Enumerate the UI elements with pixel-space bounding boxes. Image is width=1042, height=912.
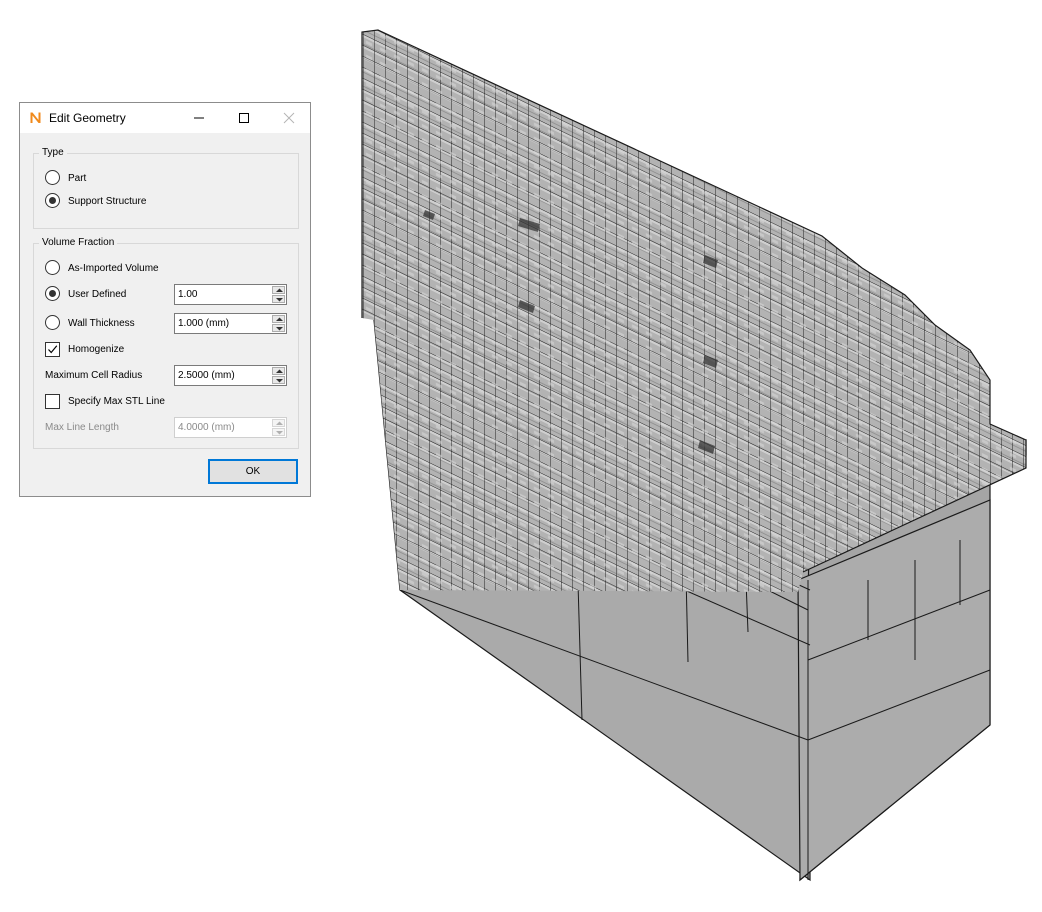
user-defined-radio[interactable] <box>45 286 60 301</box>
arrow-up-icon <box>276 288 283 292</box>
wall-thickness-radio[interactable] <box>45 315 60 330</box>
type-legend: Type <box>39 147 67 158</box>
close-button[interactable] <box>267 103 311 133</box>
specify-max-stl-line-checkbox[interactable] <box>45 394 60 409</box>
wall-thickness-spin-down[interactable] <box>272 324 285 332</box>
max-cell-radius-spin-up[interactable] <box>272 367 285 375</box>
wall-thickness-input[interactable]: 1.000 (mm) <box>174 313 287 334</box>
max-line-length-value: 4.0000 (mm) <box>178 422 235 433</box>
dialog-title: Edit Geometry <box>49 111 126 125</box>
maximize-button[interactable] <box>222 103 266 133</box>
as-imported-volume-label: As-Imported Volume <box>68 263 159 274</box>
arrow-down-icon <box>276 298 283 302</box>
max-line-length-spin-down <box>272 428 285 436</box>
specify-max-stl-line-label: Specify Max STL Line <box>68 396 165 407</box>
user-defined-label: User Defined <box>68 289 127 300</box>
arrow-up-icon <box>276 369 283 373</box>
minimize-icon <box>194 117 204 119</box>
wall-thickness-value: 1.000 (mm) <box>178 318 230 329</box>
max-cell-radius-label: Maximum Cell Radius <box>45 370 143 381</box>
type-groupbox <box>33 153 299 229</box>
arrow-down-icon <box>276 379 283 383</box>
max-cell-radius-value: 2.5000 (mm) <box>178 370 235 381</box>
edit-geometry-dialog: Edit Geometry Type Part Support Structur… <box>19 102 311 497</box>
max-line-length-spin-up <box>272 419 285 427</box>
user-defined-spin-up[interactable] <box>272 286 285 294</box>
homogenize-checkbox[interactable] <box>45 342 60 357</box>
maximize-icon <box>239 113 249 123</box>
support-structure-label: Support Structure <box>68 196 147 207</box>
max-cell-radius-input[interactable]: 2.5000 (mm) <box>174 365 287 386</box>
arrow-down-icon <box>276 327 283 331</box>
arrow-up-icon <box>276 317 283 321</box>
user-defined-input[interactable]: 1.00 <box>174 284 287 305</box>
ok-button[interactable]: OK <box>208 459 298 484</box>
max-line-length-input: 4.0000 (mm) <box>174 417 287 438</box>
wall-thickness-label: Wall Thickness <box>68 318 135 329</box>
close-icon <box>283 112 295 124</box>
title-bar[interactable]: Edit Geometry <box>20 103 310 133</box>
wall-thickness-spin-up[interactable] <box>272 315 285 323</box>
as-imported-volume-radio[interactable] <box>45 260 60 275</box>
max-cell-radius-spin-down[interactable] <box>272 376 285 384</box>
support-structure-radio[interactable] <box>45 193 60 208</box>
checkmark-icon <box>48 345 58 354</box>
arrow-up-icon <box>276 421 283 425</box>
homogenize-label: Homogenize <box>68 344 125 355</box>
max-line-length-label: Max Line Length <box>45 422 119 433</box>
minimize-button[interactable] <box>177 103 221 133</box>
arrow-down-icon <box>276 431 283 435</box>
user-defined-value: 1.00 <box>178 289 198 300</box>
user-defined-spin-down[interactable] <box>272 295 285 303</box>
volume-fraction-legend: Volume Fraction <box>39 237 118 248</box>
part-radio[interactable] <box>45 170 60 185</box>
n-logo-icon <box>29 111 42 124</box>
part-label: Part <box>68 173 87 184</box>
